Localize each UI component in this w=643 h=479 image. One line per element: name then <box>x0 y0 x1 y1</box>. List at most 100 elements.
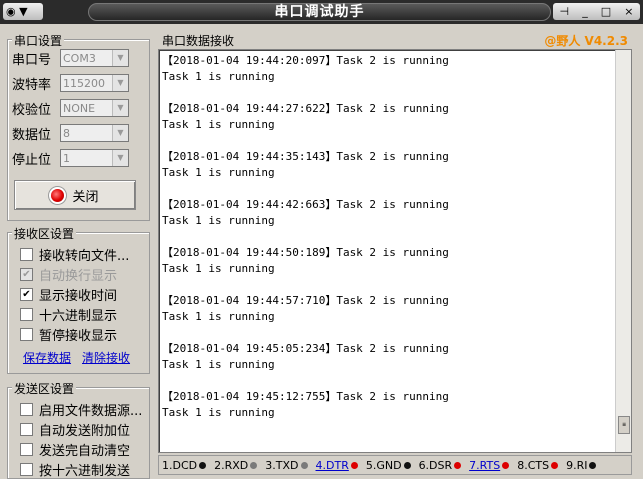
stop-bits-select[interactable]: 1 ▼ <box>60 149 129 167</box>
log-line: 【2018-01-04 19:44:20:097】Task 2 is runni… <box>162 54 449 67</box>
signal-dot-icon <box>300 461 308 469</box>
checkbox[interactable] <box>20 462 33 476</box>
serial-field-stop-bits: 停止位 1 ▼ <box>12 148 129 168</box>
signal-dot-icon <box>454 461 462 469</box>
signal-indicator: 9.RI <box>566 458 597 472</box>
pin-icon[interactable]: ⊣ <box>560 5 570 18</box>
dropdown-arrow-icon[interactable]: ▼ <box>112 150 128 166</box>
receive-option[interactable]: 暂停接收显示 <box>20 325 117 344</box>
field-label: 校验位 <box>12 102 52 118</box>
field-label: 数据位 <box>12 127 52 143</box>
data-bits-select[interactable]: 8 ▼ <box>60 124 129 142</box>
select-value: 115200 <box>63 76 105 90</box>
log-line: 【2018-01-04 19:44:35:143】Task 2 is runni… <box>162 150 449 163</box>
signal-label: 2.RXD <box>214 458 249 472</box>
signal-dot-icon <box>403 461 411 469</box>
field-label: 波特率 <box>12 77 52 93</box>
log-line: 【2018-01-04 19:44:57:710】Task 2 is runni… <box>162 294 449 307</box>
log-line: Task 1 is running <box>162 118 275 131</box>
select-value: NONE <box>63 101 96 115</box>
signal-label: 5.GND <box>365 458 402 472</box>
save-data-link[interactable]: 保存数据 <box>23 349 71 366</box>
signal-dot-icon <box>589 461 597 469</box>
select-value: COM3 <box>63 51 96 65</box>
signal-indicator: 8.CTS <box>517 459 559 472</box>
checkbox[interactable] <box>20 307 33 321</box>
checkbox[interactable] <box>20 442 33 456</box>
receive-log[interactable]: 【2018-01-04 19:44:20:097】Task 2 is runni… <box>158 49 632 453</box>
log-line: Task 1 is running <box>162 214 275 227</box>
send-settings-legend: 发送区设置 <box>12 380 77 397</box>
receive-option[interactable]: ✔ 显示接收时间 <box>20 285 118 304</box>
log-line: 【2018-01-04 19:44:42:663】Task 2 is runni… <box>162 198 449 211</box>
close-icon[interactable]: × <box>624 5 633 18</box>
checkbox[interactable] <box>20 327 33 341</box>
checkbox-label: 显示接收时间 <box>39 288 118 304</box>
status-led-icon <box>51 188 65 202</box>
log-line: Task 1 is running <box>162 166 275 179</box>
vertical-scrollbar[interactable]: ≡ <box>615 50 631 452</box>
port-select[interactable]: COM3 ▼ <box>60 49 129 67</box>
checkbox-label: 十六进制显示 <box>39 308 118 324</box>
checkbox-label: 按十六进制发送 <box>39 463 131 479</box>
log-line: Task 1 is running <box>162 70 275 83</box>
log-line: 【2018-01-04 19:44:27:622】Task 2 is runni… <box>162 102 449 115</box>
serial-field-port: 串口号 COM3 ▼ <box>12 48 129 68</box>
baud-rate-select[interactable]: 115200 ▼ <box>60 74 129 92</box>
log-line: Task 1 is running <box>162 358 275 371</box>
signal-indicator: 1.DCD <box>162 458 207 472</box>
dropdown-arrow-icon[interactable]: ▼ <box>112 100 128 116</box>
checkbox[interactable] <box>20 422 33 436</box>
signal-dot-icon <box>551 461 559 469</box>
send-option[interactable]: 按十六进制发送 <box>20 460 131 479</box>
window-controls: ⊣ _ □ × <box>553 3 640 20</box>
log-line: 【2018-01-04 19:45:05:234】Task 2 is runni… <box>162 342 449 355</box>
serial-field-parity: 校验位 NONE ▼ <box>12 98 129 118</box>
checkbox[interactable] <box>20 247 33 261</box>
receive-option[interactable]: 接收转向文件... <box>20 245 129 264</box>
minimize-icon[interactable]: _ <box>582 5 588 18</box>
signal-dot-icon <box>502 461 510 469</box>
field-label: 串口号 <box>12 52 52 68</box>
maximize-icon[interactable]: □ <box>601 5 611 18</box>
close-port-button[interactable]: 关闭 <box>14 180 136 210</box>
checkbox-label: 启用文件数据源... <box>39 403 143 419</box>
signal-dot-icon <box>199 461 207 469</box>
clear-receive-link[interactable]: 清除接收 <box>82 349 130 366</box>
dropdown-arrow-icon[interactable]: ▼ <box>112 75 128 91</box>
signal-label: 4.DTR <box>315 458 349 472</box>
send-option[interactable]: 启用文件数据源... <box>20 400 143 419</box>
checkbox-label: 发送完自动清空 <box>39 443 131 459</box>
window-title: 串口调试助手 <box>88 3 551 21</box>
checkbox[interactable]: ✔ <box>20 287 33 301</box>
title-bar: ◉ ▼ 串口调试助手 ⊣ _ □ × <box>0 0 643 24</box>
dropdown-arrow-icon[interactable]: ▼ <box>112 50 128 66</box>
signal-indicator[interactable]: 4.DTR <box>316 459 358 472</box>
log-line: 【2018-01-04 19:45:12:755】Task 2 is runni… <box>162 390 449 403</box>
send-option[interactable]: 自动发送附加位 <box>20 420 131 439</box>
signal-indicator[interactable]: 7.RTS <box>469 459 510 472</box>
parity-select[interactable]: NONE ▼ <box>60 99 129 117</box>
signal-label: 9.RI <box>566 458 588 472</box>
checkbox[interactable] <box>20 402 33 416</box>
receive-option: ✔ 自动换行显示 <box>20 265 118 284</box>
chevron-down-icon: ▼ <box>19 5 28 18</box>
system-menu-button[interactable]: ◉ ▼ <box>3 3 43 20</box>
serial-field-baud-rate: 波特率 115200 ▼ <box>12 73 129 93</box>
version-brand: @野人 V4.2.3 <box>544 34 628 48</box>
checkbox-label: 自动发送附加位 <box>39 423 131 439</box>
dropdown-arrow-icon[interactable]: ▼ <box>112 125 128 141</box>
signal-indicator: 5.GND <box>366 459 411 472</box>
select-value: 8 <box>63 126 70 140</box>
log-line: Task 1 is running <box>162 310 275 323</box>
log-line: Task 1 is running <box>162 262 275 275</box>
scrollbar-thumb[interactable]: ≡ <box>618 416 630 434</box>
checkbox-label: 自动换行显示 <box>39 268 118 284</box>
send-option[interactable]: 发送完自动清空 <box>20 440 131 459</box>
receive-option[interactable]: 十六进制显示 <box>20 305 118 324</box>
signal-label: 1.DCD <box>162 458 198 472</box>
signal-dot-icon <box>350 461 358 469</box>
serial-field-data-bits: 数据位 8 ▼ <box>12 123 129 143</box>
signal-dot-icon <box>250 461 258 469</box>
signal-indicator: 2.RXD <box>214 458 258 472</box>
